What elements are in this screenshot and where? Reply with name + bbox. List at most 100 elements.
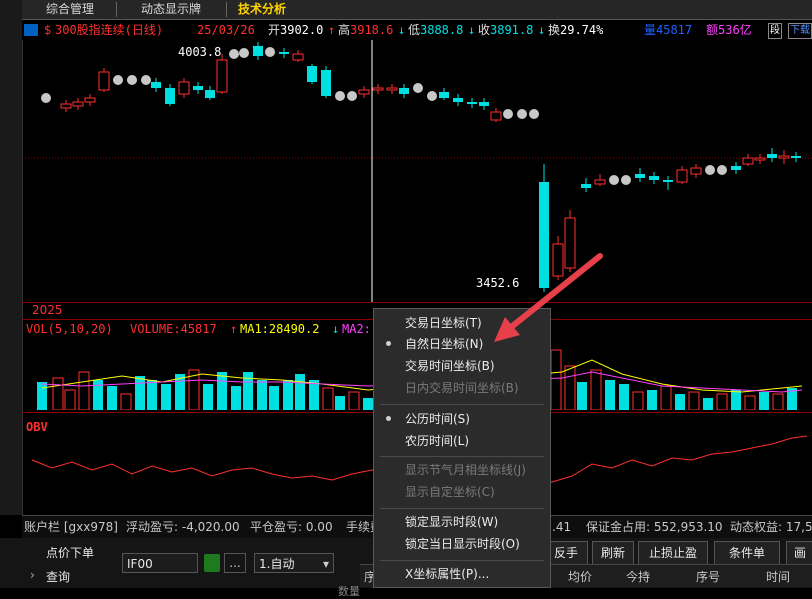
quote-info-bar: $ 300股指连续(日线) 25/03/26 开 3902.0 ↑ 高 3918… xyxy=(22,20,812,40)
tab-dynamic-board[interactable]: 动态显示牌 xyxy=(122,0,220,19)
volume-bar xyxy=(335,396,345,410)
volume-bar xyxy=(203,384,213,410)
tab-divider xyxy=(226,2,227,17)
candle-body xyxy=(676,169,688,183)
volume-bar xyxy=(731,390,741,410)
candle-placeholder-dot xyxy=(503,109,513,119)
candle-body xyxy=(292,53,304,61)
refresh-button[interactable]: 刷新 xyxy=(592,541,634,565)
candle-placeholder-dot xyxy=(609,175,619,185)
margin-used: 保证金占用: 552,953.10 xyxy=(586,520,723,534)
vol-title: VOL(5,10,20) xyxy=(26,322,113,336)
candle-placeholder-dot xyxy=(717,165,727,175)
menu-item-natural-day-axis[interactable]: 自然日坐标(N) xyxy=(405,333,483,355)
volume-bar xyxy=(322,387,334,410)
volume-bar xyxy=(147,380,157,410)
candle-placeholder-dot xyxy=(529,109,539,119)
candle-placeholder-dot xyxy=(335,91,345,101)
volume-bar xyxy=(550,349,562,410)
stop-loss-button[interactable]: 止损止盈 xyxy=(638,541,708,565)
volume-bar xyxy=(269,386,279,410)
candle-body xyxy=(731,166,741,170)
segment-button[interactable]: 段 xyxy=(768,23,782,39)
candle-placeholder-dot xyxy=(41,93,51,103)
candle-placeholder-dot xyxy=(621,175,631,185)
volume-bar xyxy=(217,372,227,410)
menu-item-lock-display-period[interactable]: 锁定显示时段(W) xyxy=(405,511,498,533)
tab-divider xyxy=(116,2,117,17)
volume-bar xyxy=(161,384,171,410)
candle-placeholder-dot xyxy=(413,83,423,93)
candle-placeholder-dot xyxy=(705,165,715,175)
volume-bar xyxy=(632,391,644,410)
query-label[interactable]: 查询 xyxy=(46,568,70,585)
volume-bar xyxy=(605,380,615,410)
order-type-label[interactable]: 点价下单 xyxy=(46,544,94,561)
x-axis-context-menu: 交易日坐标(T) 自然日坐标(N) 交易时间坐标(B) 日内交易时间坐标(B) … xyxy=(373,308,551,588)
lots-mode-select[interactable]: 1.自动 ▾ xyxy=(254,553,334,573)
candle-body xyxy=(216,59,228,93)
volume-bar xyxy=(744,395,756,410)
lots-mode-value: 1.自动 xyxy=(259,557,295,571)
candle-body xyxy=(439,92,449,98)
volume-bar xyxy=(295,374,305,410)
open-label: 开 xyxy=(268,23,281,37)
volume-bar xyxy=(135,376,145,410)
volume-bar xyxy=(363,398,373,410)
col-number: 序号 xyxy=(696,570,721,584)
close-value: 3891.8 xyxy=(490,23,534,37)
bar-date: 25/03/26 xyxy=(197,23,255,37)
menu-item-intraday-time-axis: 日内交易时间坐标(B) xyxy=(405,381,519,395)
candlestick-chart[interactable] xyxy=(22,40,812,302)
menu-item-trading-day-axis[interactable]: 交易日坐标(T) xyxy=(405,312,482,334)
candle-placeholder-dot xyxy=(265,47,275,57)
tab-technical-analysis[interactable]: 技术分析 xyxy=(232,0,292,19)
draw-button[interactable]: 画 xyxy=(786,541,812,565)
checked-dot-icon xyxy=(386,341,391,346)
candle-body xyxy=(453,98,463,102)
volume-bar xyxy=(772,393,784,410)
turnover-value: 29.74% xyxy=(560,23,604,37)
volume-bar xyxy=(120,393,132,410)
candle-body xyxy=(742,157,754,165)
chevron-right-icon[interactable]: › xyxy=(30,568,35,582)
high-value: 3918.6 xyxy=(350,23,394,37)
col-today-position: 今持 xyxy=(626,570,651,584)
candle-body xyxy=(635,174,645,178)
account-id[interactable]: 账户栏 [gxx978] xyxy=(24,516,118,538)
volume-bar xyxy=(688,391,700,410)
candle-body xyxy=(399,88,409,94)
down-arrow-icon: ↓ xyxy=(398,23,406,37)
menu-item-lock-today-period[interactable]: 锁定当日显示时段(O) xyxy=(405,533,520,555)
price-low-label: 3452.6 xyxy=(476,276,520,290)
period-toggle-icon[interactable] xyxy=(24,24,38,36)
menu-item-gregorian-time[interactable]: 公历时间(S) xyxy=(405,408,470,430)
tab-comprehensive[interactable]: 综合管理 xyxy=(30,0,110,19)
candle-body xyxy=(72,101,84,107)
candle-body xyxy=(791,156,801,158)
candle-body xyxy=(581,184,591,188)
menu-item-x-axis-properties[interactable]: X坐标属性(P)... xyxy=(405,563,489,585)
candle-body xyxy=(151,82,161,88)
menu-item-lunar-time[interactable]: 农历时间(L) xyxy=(405,430,469,452)
volume-bar xyxy=(564,365,576,410)
tab-bar: 综合管理 动态显示牌 技术分析 xyxy=(22,0,812,20)
download-button[interactable]: 下载 xyxy=(788,23,812,39)
candle-body xyxy=(60,103,72,109)
lock-icon[interactable] xyxy=(204,554,220,572)
contract-input[interactable]: IF00 xyxy=(122,553,198,573)
volume-bar xyxy=(619,384,629,410)
menu-item-trading-time-axis[interactable]: 交易时间坐标(B) xyxy=(405,355,495,377)
volume-bar xyxy=(37,382,47,410)
volume-bar xyxy=(231,386,241,410)
more-button[interactable]: ... xyxy=(224,553,246,573)
vol-ma1: MA1:28490.2 xyxy=(240,322,320,336)
down-arrow-icon: ↓ xyxy=(538,23,546,37)
turnover-label: 换 xyxy=(548,23,561,37)
candle-body xyxy=(767,154,777,158)
candle-placeholder-dot xyxy=(113,75,123,85)
conditional-order-button[interactable]: 条件单 xyxy=(714,541,780,565)
left-toolbar-strip xyxy=(0,0,23,515)
volume-bar xyxy=(675,394,685,410)
dollar-icon: $ xyxy=(44,23,52,37)
